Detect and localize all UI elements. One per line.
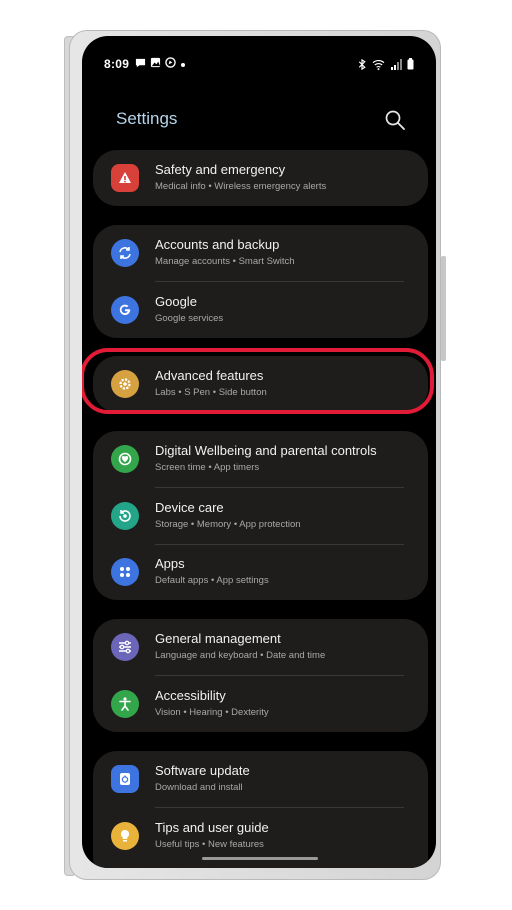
dot-icon [180,55,186,73]
highlight-annotation [82,348,434,414]
update-icon [111,765,139,793]
item-title: Tips and user guide [155,820,269,835]
item-subtitle: Screen time • App timers [155,462,260,473]
search-button[interactable] [384,109,406,131]
item-title: Apps [155,556,185,571]
settings-group-safety: Safety and emergency Medical info • Wire… [93,150,428,206]
item-subtitle: Language and keyboard • Date and time [155,650,326,661]
settings-item-device-care[interactable]: Device care Storage • Memory • App prote… [93,488,428,544]
page-title: Settings [116,109,178,128]
safety-icon [111,164,139,192]
item-subtitle: Download and install [155,782,243,793]
bulb-icon [111,822,139,850]
nav-icon [165,55,176,73]
volume-button [441,256,446,361]
apps-icon [111,558,139,586]
settings-item-tips-and-user-guide[interactable]: Tips and user guide Useful tips • New fe… [93,808,428,864]
status-bar: 8:09 [82,36,436,86]
home-indicator[interactable] [202,857,318,860]
settings-item-accessibility[interactable]: Accessibility Vision • Hearing • Dexteri… [93,676,428,732]
settings-item-accounts-and-backup[interactable]: Accounts and backup Manage accounts • Sm… [93,225,428,281]
item-subtitle: Storage • Memory • App protection [155,519,301,530]
settings-group-general: General management Language and keyboard… [93,619,428,732]
settings-item-apps[interactable]: Apps Default apps • App settings [93,544,428,600]
battery-icon [407,57,414,75]
wifi-icon [372,57,385,75]
settings-item-digital-wellbeing[interactable]: Digital Wellbeing and parental controls … [93,431,428,487]
item-title: Safety and emergency [155,162,286,177]
settings-item-software-update[interactable]: Software update Download and install [93,751,428,807]
status-time: 8:09 [104,57,130,71]
settings-item-safety-and-emergency[interactable]: Safety and emergency Medical info • Wire… [93,150,428,206]
settings-item-general-management[interactable]: General management Language and keyboard… [93,619,428,675]
item-subtitle: Google services [155,313,224,324]
google-icon [111,296,139,324]
settings-item-google[interactable]: Google Google services [93,282,428,338]
bluetooth-icon [357,57,367,75]
accessibility-icon [111,690,139,718]
item-subtitle: Default apps • App settings [155,575,269,586]
item-subtitle: Medical info • Wireless emergency alerts [155,181,327,192]
item-subtitle: Vision • Hearing • Dexterity [155,707,269,718]
item-subtitle: Manage accounts • Smart Switch [155,256,295,267]
item-subtitle: Useful tips • New features [155,839,264,850]
item-title: Device care [155,500,224,515]
settings-group-support: Software update Download and install Tip… [93,751,428,868]
item-title: Accounts and backup [155,237,280,252]
gallery-icon [150,55,161,73]
sliders-icon [111,633,139,661]
phone-screen: 8:09 Settings Safety and emergency Medic… [82,36,436,868]
sync-icon [111,239,139,267]
settings-group-accounts: Accounts and backup Manage accounts • Sm… [93,225,428,338]
signal-icon [390,57,402,75]
wellbeing-icon [111,445,139,473]
chat-icon [135,55,146,73]
item-title: Digital Wellbeing and parental controls [155,443,377,458]
item-title: General management [155,631,281,646]
device-care-icon [111,502,139,530]
search-icon [385,110,405,130]
item-title: Google [155,294,197,309]
settings-group-device: Digital Wellbeing and parental controls … [93,431,428,600]
item-title: Accessibility [155,688,226,703]
item-title: Software update [155,763,250,778]
